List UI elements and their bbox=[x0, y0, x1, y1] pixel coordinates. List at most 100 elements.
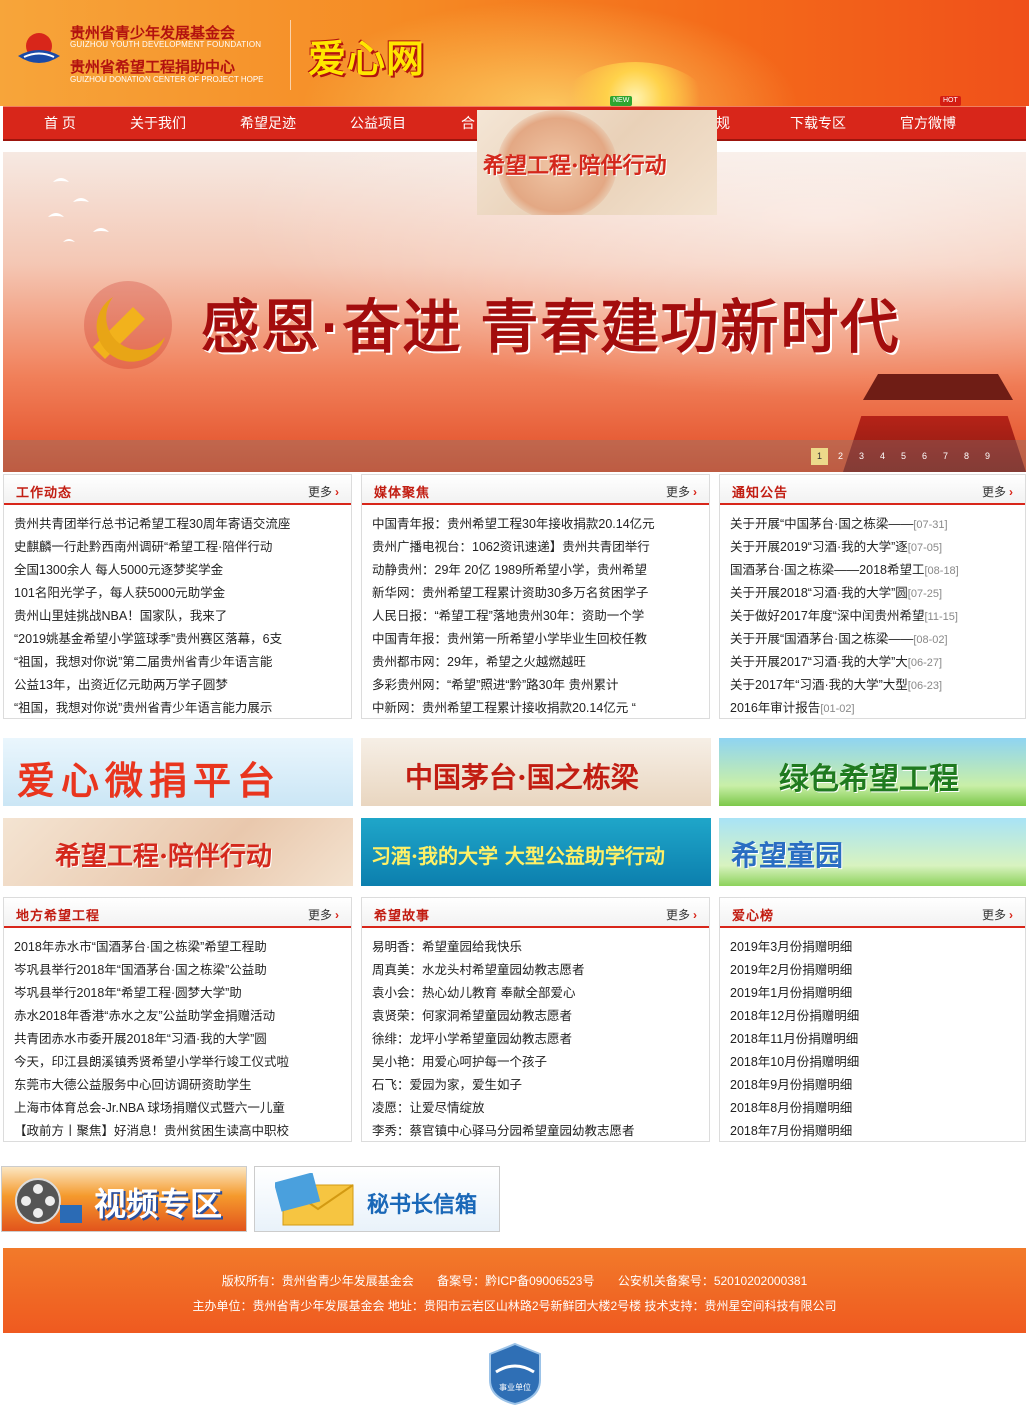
list-item[interactable]: 今天，印江县朗溪镇秀贤希望小学举行竣工仪式啦 bbox=[4, 1051, 351, 1074]
nav-item-about[interactable]: 关于我们 bbox=[113, 107, 203, 140]
pager-dot[interactable]: 5 bbox=[895, 448, 912, 465]
list-item[interactable]: 中国青年报：贵州第一所希望小学毕业生回校任教 bbox=[362, 628, 709, 651]
more-link[interactable]: 更多 bbox=[982, 483, 1013, 500]
nav-item-downloads[interactable]: 下载专区 bbox=[773, 107, 863, 140]
footer-police[interactable]: 公安机关备案号：52010202000381 bbox=[618, 1274, 807, 1288]
secretary-mailbox-ad[interactable]: 秘书长信箱 bbox=[254, 1166, 500, 1232]
list-item[interactable]: 动静贵州：29年 20亿 1989所希望小学，贵州希望 bbox=[362, 559, 709, 582]
foundation-logo-icon[interactable] bbox=[16, 30, 62, 72]
list-item[interactable]: 东莞市大德公益服务中心回访调研资助学生 bbox=[4, 1074, 351, 1097]
ad-micro-donation[interactable]: 爱心微捐平台 bbox=[3, 738, 353, 806]
list-item[interactable]: 贵州山里娃挑战NBA！国家队，我来了 bbox=[4, 605, 351, 628]
hope-stories-panel: 希望故事 更多 易明香：希望童园给我快乐 周真美：水龙头村希望童园幼教志愿者 袁… bbox=[361, 897, 710, 1142]
notice-panel: 通知公告 更多 关于开展“中国茅台·国之栋梁——[07-31] 关于开展2019… bbox=[719, 474, 1026, 719]
list-item[interactable]: 凌愿：让爱尽情绽放 bbox=[362, 1097, 709, 1120]
list-item[interactable]: 李秀：蔡官镇中心驿马分园希望童园幼教志愿者 bbox=[362, 1120, 709, 1143]
more-link[interactable]: 更多 bbox=[308, 906, 339, 923]
list-item[interactable]: 关于开展2019“习酒·我的大学”逐[07-05] bbox=[720, 536, 1025, 559]
list-item[interactable]: 易明香：希望童园给我快乐 bbox=[362, 936, 709, 959]
list-item[interactable]: 中国青年报：贵州希望工程30年接收捐款20.14亿元 bbox=[362, 513, 709, 536]
video-zone-ad[interactable]: 视频专区 bbox=[1, 1166, 247, 1232]
list-item[interactable]: 新华网：贵州希望工程累计资助30多万名贫困学子 bbox=[362, 582, 709, 605]
film-reel-icon bbox=[15, 1178, 82, 1224]
list-item[interactable]: 岑巩县举行2018年“希望工程·圆梦大学”助 bbox=[4, 982, 351, 1005]
list-item[interactable]: 关于2017年“习酒·我的大学”大型[06-23] bbox=[720, 674, 1025, 697]
org-name-1-en: GUIZHOU YOUTH DEVELOPMENT FOUNDATION bbox=[70, 40, 262, 49]
list-item[interactable]: 贵州广播电视台：1062资讯速递】贵州共青团举行 bbox=[362, 536, 709, 559]
nav-item-footprint[interactable]: 希望足迹 bbox=[223, 107, 313, 140]
pager-dot[interactable]: 7 bbox=[937, 448, 954, 465]
list-item[interactable]: 周真美：水龙头村希望童园幼教志愿者 bbox=[362, 959, 709, 982]
list-item[interactable]: 2018年12月份捐赠明细 bbox=[720, 1005, 1025, 1028]
ad-xijiu[interactable]: 习酒·我的大学 大型公益助学行动 bbox=[361, 818, 711, 886]
list-item[interactable]: 101名阳光学子，每人获5000元助学金 bbox=[4, 582, 351, 605]
list-item[interactable]: 关于做好2017年度“深中闰贵州希望[11-15] bbox=[720, 605, 1025, 628]
list-item[interactable]: 赤水2018年香港“赤水之友”公益助学金捐赠活动 bbox=[4, 1005, 351, 1028]
list-item[interactable]: 贵州共青团举行总书记希望工程30周年寄语交流座 bbox=[4, 513, 351, 536]
ad-companion[interactable]: 希望工程·陪伴行动 bbox=[3, 818, 353, 886]
list-item[interactable]: 共青团赤水市委开展2018年“习酒·我的大学”圆 bbox=[4, 1028, 351, 1051]
list-item[interactable]: 袁小会：热心幼儿教育 奉献全部爱心 bbox=[362, 982, 709, 1005]
site-brand[interactable]: 爱心网 bbox=[308, 28, 425, 83]
ad-moutai[interactable]: 中国茅台·国之栋梁 bbox=[361, 738, 711, 806]
list-item[interactable]: 贵州都市网：29年，希望之火越燃越旺 bbox=[362, 651, 709, 674]
list-item[interactable]: “祖国，我想对你说”贵州省青少年语言能力展示 bbox=[4, 697, 351, 720]
ad-hope-garden[interactable]: 希望童园 bbox=[719, 818, 1026, 886]
list-item[interactable]: 袁贤荣：何家洞希望童园幼教志愿者 bbox=[362, 1005, 709, 1028]
pager-dot[interactable]: 4 bbox=[874, 448, 891, 465]
list-item[interactable]: 关于开展“国酒茅台·国之栋梁——[08-02] bbox=[720, 628, 1025, 651]
list-item[interactable]: 吴小艳：用爱心呵护每一个孩子 bbox=[362, 1051, 709, 1074]
public-institution-seal-icon[interactable]: 事业单位 bbox=[488, 1342, 542, 1406]
nav-item-projects[interactable]: 公益项目 bbox=[333, 107, 423, 140]
footer-icp[interactable]: 备案号：黔ICP备09006523号 bbox=[437, 1274, 594, 1288]
list-item[interactable]: 2018年9月份捐赠明细 bbox=[720, 1074, 1025, 1097]
list-item[interactable]: 【政前方丨聚焦】好消息！贵州贫困生读高中职校 bbox=[4, 1120, 351, 1143]
floating-ad[interactable]: 希望工程·陪伴行动 bbox=[477, 110, 717, 215]
list-item[interactable]: 2018年8月份捐赠明细 bbox=[720, 1097, 1025, 1120]
more-link[interactable]: 更多 bbox=[308, 483, 339, 500]
list-item[interactable]: 2018年7月份捐赠明细 bbox=[720, 1120, 1025, 1143]
pager-dot[interactable]: 6 bbox=[916, 448, 933, 465]
list-item[interactable]: 公益13年，出资近亿元助两万学子圆梦 bbox=[4, 674, 351, 697]
list-item[interactable]: 国酒茅台·国之栋梁——2018希望工[08-18] bbox=[720, 559, 1025, 582]
pager-dot[interactable]: 1 bbox=[811, 448, 828, 465]
list-item[interactable]: 多彩贵州网：“希望”照进“黔”路30年 贵州累计 bbox=[362, 674, 709, 697]
list-item[interactable]: 全国1300余人 每人5000元逐梦奖学金 bbox=[4, 559, 351, 582]
nav-item-weibo[interactable]: 官方微博 bbox=[883, 107, 973, 140]
list-item[interactable]: 2018年10月份捐赠明细 bbox=[720, 1051, 1025, 1074]
panel-title: 通知公告 bbox=[732, 485, 789, 500]
more-link[interactable]: 更多 bbox=[666, 483, 697, 500]
list-item[interactable]: 岑巩县举行2018年“国酒茅台·国之栋梁”公益助 bbox=[4, 959, 351, 982]
pager-dot[interactable]: 2 bbox=[832, 448, 849, 465]
ad-green-hope[interactable]: 绿色希望工程 bbox=[719, 738, 1026, 806]
list-item[interactable]: 关于开展2017“习酒·我的大学”大[06-27] bbox=[720, 651, 1025, 674]
more-link[interactable]: 更多 bbox=[666, 906, 697, 923]
list-item[interactable]: 关于开展“中国茅台·国之栋梁——[07-31] bbox=[720, 513, 1025, 536]
notice-text: 关于开展“国酒茅台·国之栋梁—— bbox=[730, 632, 914, 646]
banner-title: 感恩·奋进 青春建功新时代 bbox=[201, 295, 901, 360]
list-item[interactable]: 2019年3月份捐赠明细 bbox=[720, 936, 1025, 959]
list-item[interactable]: 关于开展2018“习酒·我的大学”圆[07-25] bbox=[720, 582, 1025, 605]
nav-item-home[interactable]: 首 页 bbox=[15, 107, 105, 140]
pager-dot[interactable]: 8 bbox=[958, 448, 975, 465]
list-item[interactable]: 2018年赤水市“国酒茅台·国之栋梁”希望工程助 bbox=[4, 936, 351, 959]
more-link[interactable]: 更多 bbox=[982, 906, 1013, 923]
list-item[interactable]: 上海市体育总会-Jr.NBA 球场捐赠仪式暨六一儿童 bbox=[4, 1097, 351, 1120]
list-item[interactable]: 石飞：爱园为家，爱生如子 bbox=[362, 1074, 709, 1097]
list-item[interactable]: 2019年2月份捐赠明细 bbox=[720, 959, 1025, 982]
news-list: 易明香：希望童园给我快乐 周真美：水龙头村希望童园幼教志愿者 袁小会：热心幼儿教… bbox=[362, 936, 709, 1143]
list-item[interactable]: 中新网：贵州希望工程累计接收捐款20.14亿元 “ bbox=[362, 697, 709, 720]
pager-dot[interactable]: 3 bbox=[853, 448, 870, 465]
list-item[interactable]: 2018年11月份捐赠明细 bbox=[720, 1028, 1025, 1051]
org-name-2-en: GUIZHOU DONATION CENTER OF PROJECT HOPE bbox=[70, 75, 264, 84]
notice-text: 关于开展2019“习酒·我的大学”逐 bbox=[730, 540, 908, 554]
notice-text: 关于开展2017“习酒·我的大学”大 bbox=[730, 655, 908, 669]
list-item[interactable]: 2016年审计报告[01-02] bbox=[720, 697, 1025, 720]
list-item[interactable]: 2019年1月份捐赠明细 bbox=[720, 982, 1025, 1005]
list-item[interactable]: 人民日报：“希望工程”落地贵州30年：资助一个学 bbox=[362, 605, 709, 628]
pager-dot[interactable]: 9 bbox=[979, 448, 996, 465]
list-item[interactable]: “2019姚基金希望小学篮球季”贵州赛区落幕，6支 bbox=[4, 628, 351, 651]
list-item[interactable]: “祖国，我想对你说”第二届贵州省青少年语言能 bbox=[4, 651, 351, 674]
list-item[interactable]: 徐绯：龙坪小学希望童园幼教志愿者 bbox=[362, 1028, 709, 1051]
list-item[interactable]: 史麒麟一行赴黔西南州调研“希望工程·陪伴行动 bbox=[4, 536, 351, 559]
